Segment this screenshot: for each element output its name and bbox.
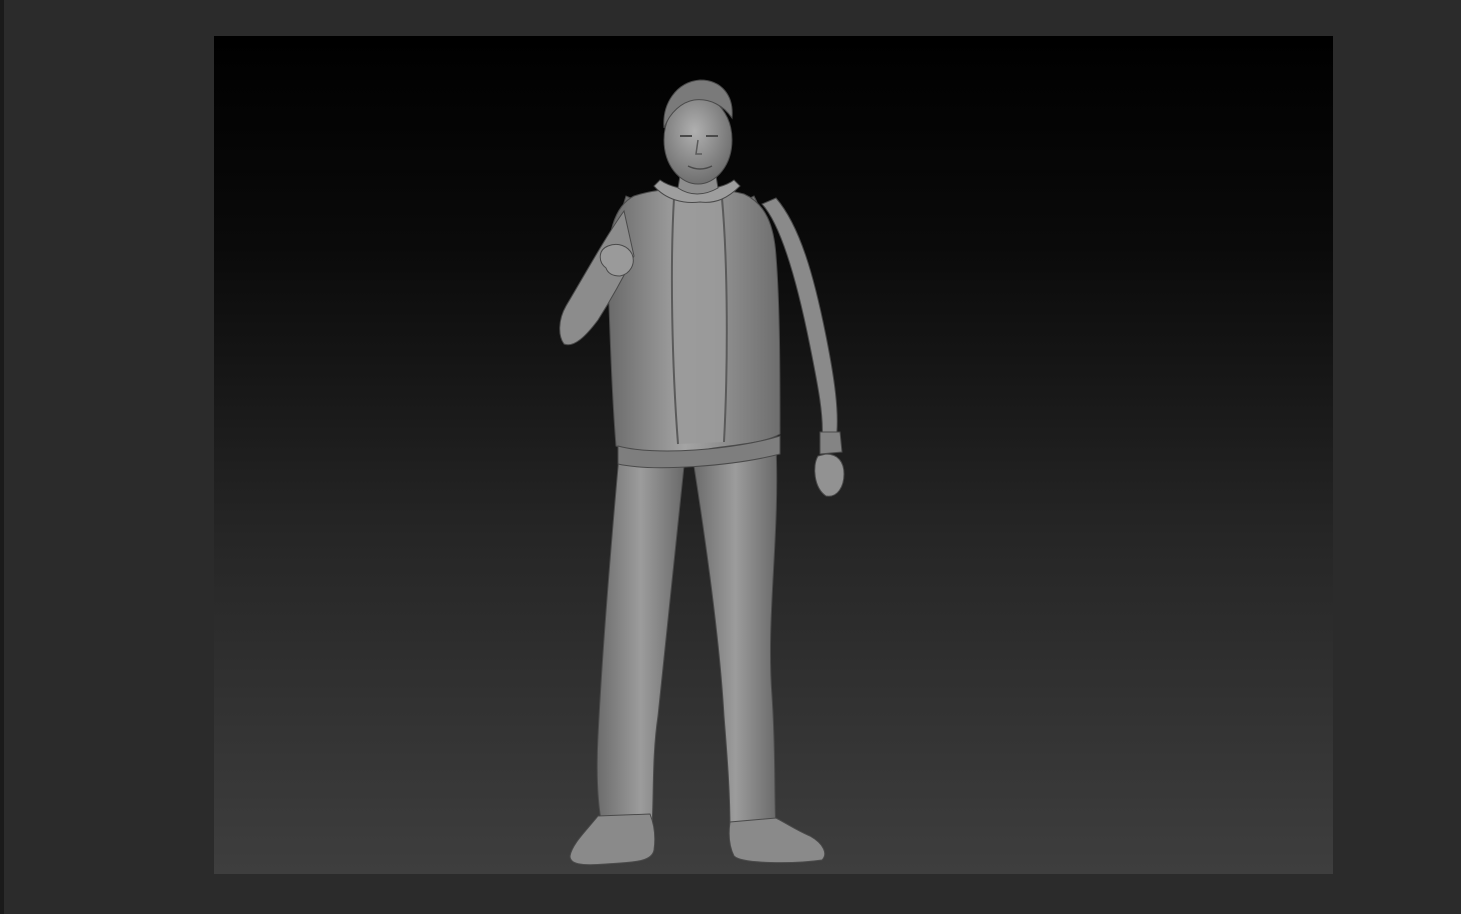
right-shoe — [728, 817, 826, 864]
right-fist — [814, 453, 845, 497]
right-cuff — [819, 431, 843, 455]
left-shoe — [569, 813, 656, 866]
right-leg — [693, 445, 778, 832]
sculpt-model[interactable] — [214, 36, 1333, 874]
shirt-center — [671, 196, 727, 444]
3d-viewport-canvas[interactable] — [214, 36, 1333, 874]
left-leg — [596, 455, 685, 827]
application-window — [0, 0, 1461, 914]
window-left-edge — [0, 0, 4, 914]
